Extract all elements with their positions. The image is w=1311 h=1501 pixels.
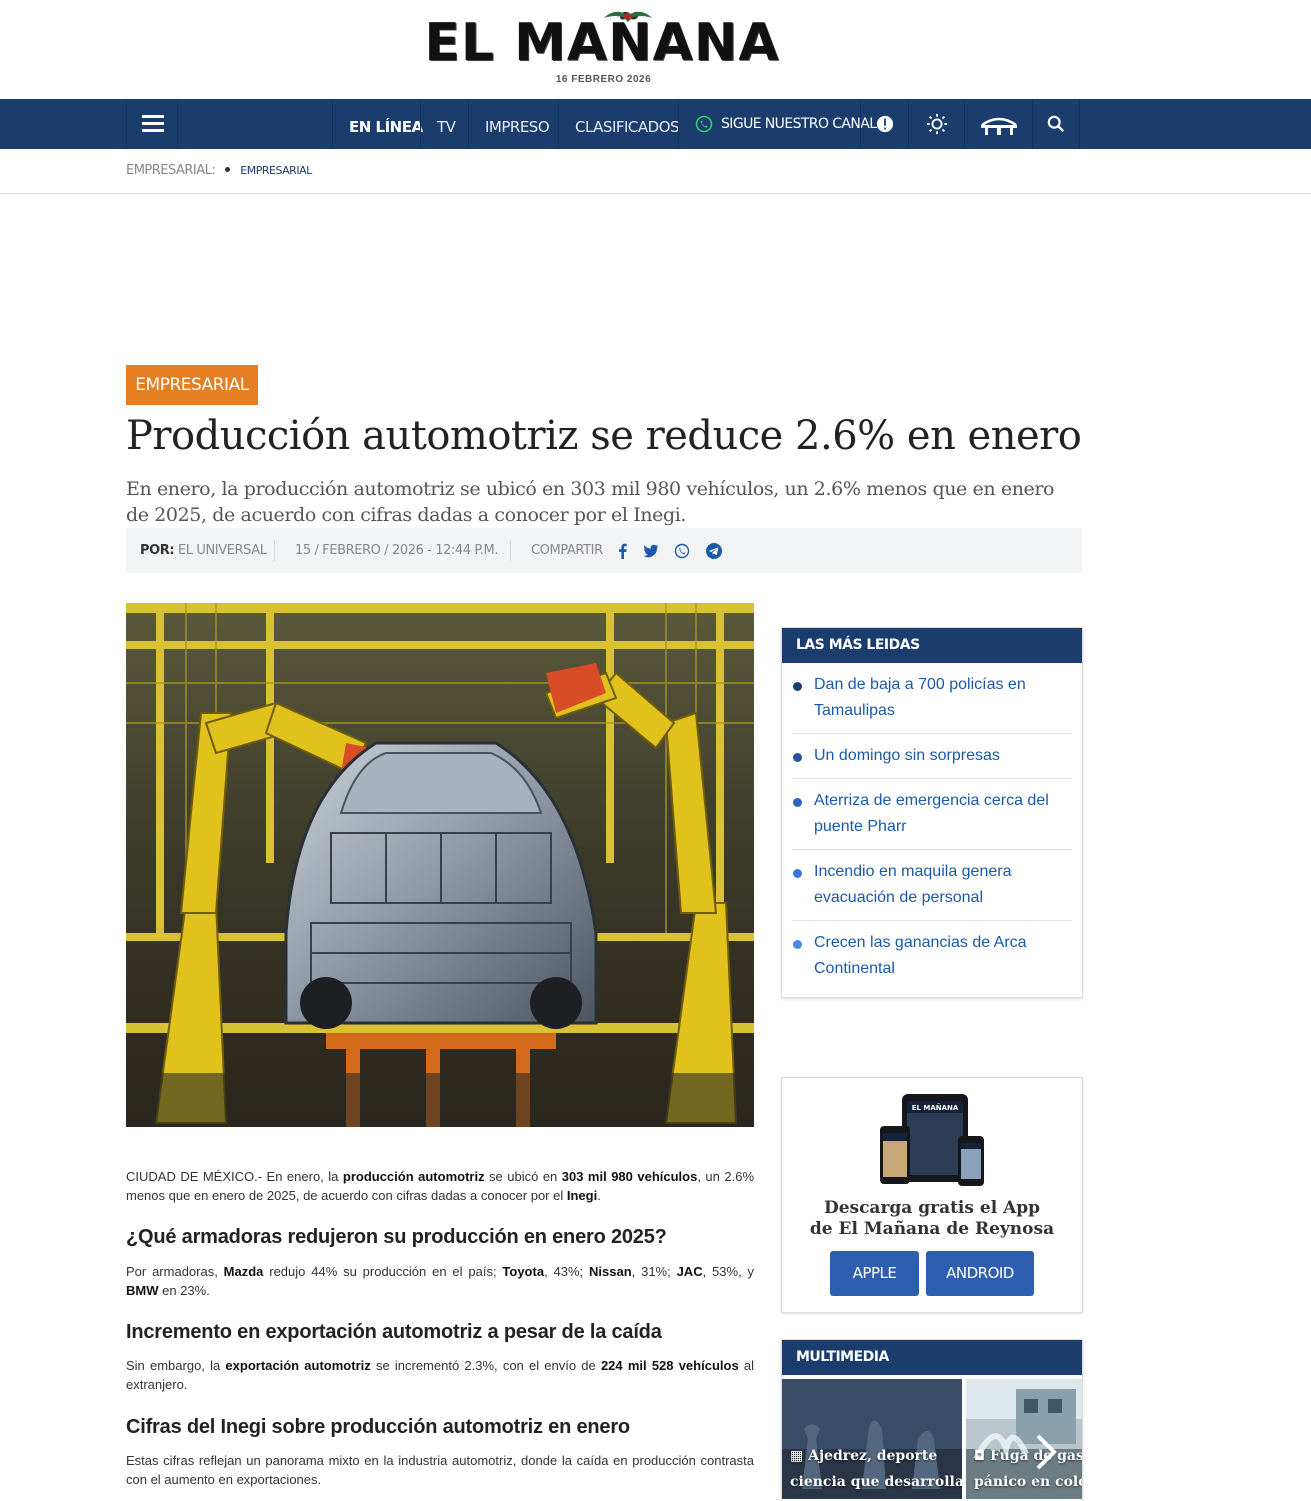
whatsapp-channel-label: SIGUE NUESTRO CANAL <box>721 116 877 132</box>
site-logo[interactable]: EL MAÑANA <box>392 11 812 72</box>
alert-icon <box>876 115 893 133</box>
most-read-label: Incendio en maquila genera evacuación de… <box>814 863 1012 906</box>
camera-icon: ◘ <box>974 1448 990 1464</box>
telegram-icon[interactable] <box>706 543 722 559</box>
site-header: EL MAÑANA 16 FEBRERO 2026 <box>0 0 1311 99</box>
nav-item-tv[interactable]: TV <box>420 99 468 149</box>
search-icon <box>1047 115 1065 133</box>
article-paragraph-3: Sin embargo, la exportación automotriz s… <box>126 1358 755 1392</box>
main-nav: EN LÍNEA TV IMPRESO CLASIFICADOS SIGUE N… <box>0 99 1311 149</box>
breadcrumb-section[interactable]: EMPRESARIAL: <box>126 163 216 178</box>
multimedia-title: MULTIMEDIA <box>782 1340 1082 1375</box>
multimedia-item-2[interactable]: ◘ Fuga de gas gpánico en coloni <box>966 1379 1083 1499</box>
breadcrumb-current[interactable]: EMPRESARIAL <box>240 164 312 177</box>
article-subheading-1: ¿Qué armadoras redujeron su producción e… <box>126 1226 667 1248</box>
most-read-item[interactable]: Aterriza de emergencia cerca del puente … <box>792 779 1072 850</box>
header-date: 16 FEBRERO 2026 <box>555 74 652 85</box>
nav-item-en-linea[interactable]: EN LÍNEA <box>332 99 423 149</box>
apple-app-button[interactable]: APPLE <box>830 1251 919 1296</box>
alert-button[interactable] <box>860 99 908 149</box>
carousel-next-icon[interactable] <box>1034 1432 1060 1472</box>
article-paragraph-4: Estas cifras reflejan un panorama mixto … <box>126 1453 754 1487</box>
share-label: COMPARTIR <box>531 543 603 558</box>
bridge-icon <box>980 117 1017 135</box>
sun-icon <box>926 113 947 135</box>
twitter-icon[interactable] <box>643 543 659 559</box>
most-read-label: Crecen las ganancias de Arca Continental <box>814 934 1027 977</box>
article-meta-bar: POR: EL UNIVERSAL 15 / FEBRERO / 2026 - … <box>126 528 1082 573</box>
article-paragraph-1: CIUDAD DE MÉXICO.- En enero, la producci… <box>126 1169 755 1203</box>
most-read-label: Un domingo sin sorpresas <box>814 747 1000 764</box>
breadcrumb: EMPRESARIAL: EMPRESARIAL <box>0 149 1311 194</box>
android-app-button[interactable]: ANDROID <box>926 1251 1034 1296</box>
whatsapp-share-icon[interactable] <box>674 543 690 559</box>
article-subtitle: En enero, la producción automotriz se ub… <box>126 478 1055 526</box>
app-devices-illustration: EL MAÑANA <box>880 1094 984 1186</box>
multimedia-caption-1: ▦ Ajedrez, deporte ciencia que desarrolla… <box>790 1448 962 1490</box>
most-read-title: LAS MÁS LEIDAS <box>782 628 1082 663</box>
nav-item-impreso[interactable]: IMPRESO <box>468 99 558 149</box>
menu-button[interactable] <box>126 99 178 149</box>
most-read-label: Dan de baja a 700 policías en Tamaulipas <box>814 676 1026 719</box>
bullet-icon <box>793 753 802 762</box>
most-read-item[interactable]: Un domingo sin sorpresas <box>792 734 1072 779</box>
multimedia-caption-2: ◘ Fuga de gas gpánico en coloni <box>974 1448 1083 1490</box>
app-screen-logo: EL MAÑANA <box>912 1103 959 1112</box>
most-read-item[interactable]: Incendio en maquila genera evacuación de… <box>792 850 1072 921</box>
bridges-button[interactable] <box>964 99 1032 149</box>
bullet-icon <box>793 798 802 807</box>
byline: POR: EL UNIVERSAL <box>140 528 267 573</box>
bullet-icon <box>793 869 802 878</box>
menu-icon <box>142 115 164 118</box>
multimedia-item-1[interactable]: ▦ Ajedrez, deporte ciencia que desarrolla… <box>782 1379 962 1499</box>
theme-toggle-button[interactable] <box>908 99 964 149</box>
multimedia-box: MULTIMEDIA ▦ Ajedrez, deporte ciencia que… <box>781 1339 1083 1501</box>
most-read-list: Dan de baja a 700 policías en Tamaulipas… <box>782 663 1082 991</box>
article-paragraph-2: Por armadoras, Mazda redujo 44% su produ… <box>126 1264 755 1298</box>
article-subheading-3: Cifras del Inegi sobre producción automo… <box>126 1416 630 1438</box>
most-read-box: LAS MÁS LEIDAS Dan de baja a 700 policía… <box>781 627 1083 998</box>
eagle-icon <box>604 11 652 22</box>
whatsapp-icon <box>695 115 713 133</box>
app-download-box: EL MAÑANA Descarga gratis el App de El M… <box>781 1077 1083 1313</box>
search-button[interactable] <box>1032 99 1080 149</box>
whatsapp-channel-link[interactable]: SIGUE NUESTRO CANAL <box>678 99 877 149</box>
section-tag[interactable]: EMPRESARIAL <box>126 365 258 405</box>
facebook-icon[interactable] <box>615 543 631 559</box>
byline-author[interactable]: EL UNIVERSAL <box>178 543 267 558</box>
app-download-title: Descarga gratis el App de El Mañana de R… <box>809 1198 1055 1239</box>
article-hero-image[interactable] <box>126 603 754 1127</box>
bullet-icon <box>793 682 802 691</box>
factory-robots-illustration <box>126 603 754 1127</box>
most-read-label: Aterriza de emergencia cerca del puente … <box>814 792 1049 835</box>
article-subheading-2: Incremento en exportación automotriz a p… <box>126 1321 662 1343</box>
most-read-item[interactable]: Dan de baja a 700 policías en Tamaulipas <box>792 663 1072 734</box>
film-icon: ▦ <box>790 1448 809 1464</box>
most-read-item[interactable]: Crecen las ganancias de Arca Continental <box>792 921 1072 991</box>
article-datetime: 15 / FEBRERO / 2026 - 12:44 P.M. <box>295 543 499 558</box>
article-title: Producción automotriz se reduce 2.6% en … <box>126 413 1082 459</box>
breadcrumb-dot <box>225 167 231 172</box>
bullet-icon <box>793 940 802 949</box>
nav-item-clasificados[interactable]: CLASIFICADOS <box>558 99 680 149</box>
byline-label: POR: <box>140 543 175 558</box>
